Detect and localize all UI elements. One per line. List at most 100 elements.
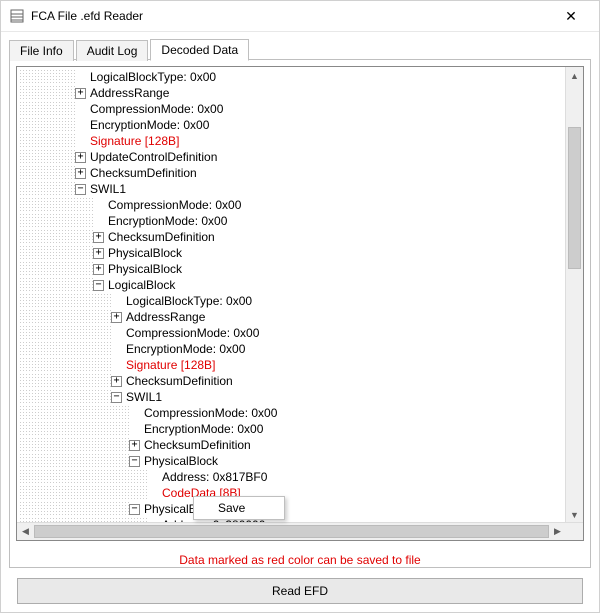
tree-row[interactable]: +AddressRange (19, 309, 566, 325)
tree-indent (19, 85, 75, 101)
tree-node-label[interactable]: CompressionMode: 0x00 (106, 197, 243, 213)
tree-row[interactable]: +UpdateControlDefinition (19, 149, 566, 165)
tree-row[interactable]: CompressionMode: 0x00 (19, 101, 566, 117)
collapse-icon[interactable]: − (93, 280, 104, 291)
tree-node-label[interactable]: CompressionMode: 0x00 (124, 325, 261, 341)
tree-row[interactable]: Address: 0x817BF0 (19, 469, 566, 485)
tree-node-label[interactable]: PhysicalBlock (106, 261, 184, 277)
tree-row[interactable]: −SWIL1 (19, 181, 566, 197)
tree-node-label[interactable]: SWIL1 (124, 389, 164, 405)
tree-row[interactable]: EncryptionMode: 0x00 (19, 341, 566, 357)
window-close-button[interactable]: ✕ (551, 1, 591, 31)
tree-row[interactable]: +ChecksumDefinition (19, 373, 566, 389)
tree-row[interactable]: +PhysicalBlock (19, 261, 566, 277)
tree-node-label[interactable]: AddressRange (124, 309, 207, 325)
tree-leaf-icon (111, 296, 122, 307)
app-icon (9, 8, 25, 24)
tree-indent (19, 149, 75, 165)
tree-node-label[interactable]: ChecksumDefinition (88, 165, 199, 181)
tree-row[interactable]: CompressionMode: 0x00 (19, 405, 566, 421)
tree-row[interactable]: −PhysicalBlock (19, 453, 566, 469)
scroll-down-button[interactable]: ▼ (566, 506, 583, 523)
tree-node-label[interactable]: CompressionMode: 0x00 (142, 405, 279, 421)
expand-icon[interactable]: + (75, 88, 86, 99)
tree-node-label[interactable]: AddressRange (88, 85, 171, 101)
tree-row[interactable]: EncryptionMode: 0x00 (19, 421, 566, 437)
tree-row[interactable]: +ChecksumDefinition (19, 437, 566, 453)
expand-icon[interactable]: + (111, 376, 122, 387)
tree-leaf-icon (75, 104, 86, 115)
tree-node-label[interactable]: LogicalBlock (106, 277, 177, 293)
tree-indent (19, 213, 93, 229)
tree-indent (19, 69, 75, 85)
tree-node-label[interactable]: PhysicalBlock (106, 245, 184, 261)
tree-node-label[interactable]: UpdateControlDefinition (88, 149, 219, 165)
expand-icon[interactable]: + (111, 312, 122, 323)
tree-leaf-icon (75, 136, 86, 147)
hint-text: Data marked as red color can be saved to… (10, 547, 590, 567)
tree-node-label[interactable]: Signature [128B] (124, 357, 217, 373)
expand-icon[interactable]: + (93, 248, 104, 259)
tree-node-label[interactable]: EncryptionMode: 0x00 (88, 117, 211, 133)
tree-node-label[interactable]: EncryptionMode: 0x00 (106, 213, 229, 229)
tree-node-label[interactable]: ChecksumDefinition (142, 437, 253, 453)
tree-row[interactable]: −LogicalBlock (19, 277, 566, 293)
tree-row[interactable]: CompressionMode: 0x00 (19, 197, 566, 213)
tree-row[interactable]: −SWIL1 (19, 389, 566, 405)
scroll-left-button[interactable]: ◀ (17, 523, 34, 540)
tree-node-label[interactable]: PhysicalBlock (142, 453, 220, 469)
context-menu-save[interactable]: Save (194, 497, 284, 519)
vertical-scrollbar[interactable]: ▲ ▼ (565, 67, 583, 523)
tree-row[interactable]: CompressionMode: 0x00 (19, 325, 566, 341)
tab-file-info[interactable]: File Info (9, 40, 74, 61)
tree-leaf-icon (147, 472, 158, 483)
tab-page-decoded-data: LogicalBlockType: 0x00+AddressRangeCompr… (9, 60, 591, 568)
expand-icon[interactable]: + (93, 232, 104, 243)
tree-node-label[interactable]: ChecksumDefinition (124, 373, 235, 389)
tree-leaf-icon (129, 424, 140, 435)
collapse-icon[interactable]: − (129, 504, 140, 515)
tree-node-label[interactable]: ChecksumDefinition (106, 229, 217, 245)
scroll-up-button[interactable]: ▲ (566, 67, 583, 84)
tree-row[interactable]: EncryptionMode: 0x00 (19, 117, 566, 133)
tree-node-label[interactable]: LogicalBlockType: 0x00 (124, 293, 254, 309)
tab-audit-log[interactable]: Audit Log (76, 40, 149, 61)
scroll-right-button[interactable]: ▶ (549, 523, 566, 540)
tree-node-label[interactable]: LogicalBlockType: 0x00 (88, 69, 218, 85)
tree-row[interactable]: CodeData [8B] (19, 485, 566, 501)
tree-row[interactable]: +PhysicalBlock (19, 245, 566, 261)
tree-node-label[interactable]: Address: 0x817BF0 (160, 469, 269, 485)
read-efd-button[interactable]: Read EFD (17, 578, 583, 604)
horizontal-scroll-thumb[interactable] (34, 525, 549, 538)
tree-row[interactable]: LogicalBlockType: 0x00 (19, 293, 566, 309)
horizontal-scrollbar[interactable]: ◀ ▶ (17, 522, 583, 540)
expand-icon[interactable]: + (129, 440, 140, 451)
tree-node-label[interactable]: EncryptionMode: 0x00 (142, 421, 265, 437)
expand-icon[interactable]: + (75, 152, 86, 163)
collapse-icon[interactable]: − (111, 392, 122, 403)
tree-indent (19, 117, 75, 133)
expand-icon[interactable]: + (93, 264, 104, 275)
tree-row[interactable]: Signature [128B] (19, 357, 566, 373)
expand-icon[interactable]: + (75, 168, 86, 179)
tree-indent (19, 165, 75, 181)
tree-node-label[interactable]: SWIL1 (88, 181, 128, 197)
tree-row[interactable]: Signature [128B] (19, 133, 566, 149)
tree-row[interactable]: LogicalBlockType: 0x00 (19, 69, 566, 85)
tree-node-label[interactable]: CompressionMode: 0x00 (88, 101, 225, 117)
tree-row[interactable]: +ChecksumDefinition (19, 229, 566, 245)
vertical-scroll-thumb[interactable] (568, 127, 581, 269)
tree-node-label[interactable]: EncryptionMode: 0x00 (124, 341, 247, 357)
tree-row[interactable]: +AddressRange (19, 85, 566, 101)
tree-indent (19, 485, 147, 501)
tree-row[interactable]: −PhysicalBlock (19, 501, 566, 517)
tree-view[interactable]: LogicalBlockType: 0x00+AddressRangeCompr… (16, 66, 584, 541)
tree-indent (19, 389, 111, 405)
collapse-icon[interactable]: − (75, 184, 86, 195)
tree-row[interactable]: +ChecksumDefinition (19, 165, 566, 181)
tab-decoded-data[interactable]: Decoded Data (150, 39, 249, 61)
tree-row[interactable]: EncryptionMode: 0x00 (19, 213, 566, 229)
app-window: FCA File .efd Reader ✕ File Info Audit L… (0, 0, 600, 613)
tree-node-label[interactable]: Signature [128B] (88, 133, 181, 149)
collapse-icon[interactable]: − (129, 456, 140, 467)
